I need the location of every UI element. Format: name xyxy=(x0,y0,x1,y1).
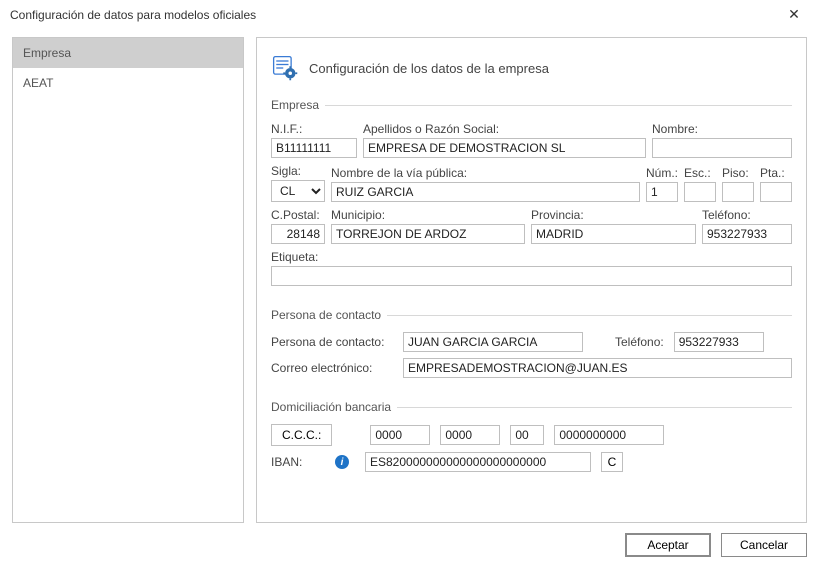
section-contacto: Persona de contacto Persona de contacto:… xyxy=(271,308,792,388)
label-correo: Correo electrónico: xyxy=(271,361,393,375)
dialog-body: Empresa AEAT C xyxy=(0,27,819,523)
input-provincia[interactable] xyxy=(531,224,696,244)
label-via: Nombre de la vía pública: xyxy=(331,166,640,180)
section-legend: Empresa xyxy=(271,98,325,112)
window-title: Configuración de datos para modelos ofic… xyxy=(10,8,779,22)
sidebar-item-label: Empresa xyxy=(23,46,71,60)
dialog-buttons: Aceptar Cancelar xyxy=(0,523,819,557)
input-correo[interactable] xyxy=(403,358,792,378)
input-municipio[interactable] xyxy=(331,224,525,244)
settings-icon xyxy=(271,54,299,82)
info-icon: i xyxy=(335,455,349,469)
label-persona: Persona de contacto: xyxy=(271,335,393,349)
input-persona[interactable] xyxy=(403,332,583,352)
input-etiqueta[interactable] xyxy=(271,266,792,286)
input-piso[interactable] xyxy=(722,182,754,202)
panel-header: Configuración de los datos de la empresa xyxy=(271,50,792,82)
input-nombre[interactable] xyxy=(652,138,792,158)
input-ccc3[interactable] xyxy=(510,425,544,445)
label-nombre: Nombre: xyxy=(652,122,792,136)
label-sigla: Sigla: xyxy=(271,164,325,178)
input-pta[interactable] xyxy=(760,182,792,202)
label-provincia: Provincia: xyxy=(531,208,696,222)
sidebar: Empresa AEAT xyxy=(12,37,244,523)
label-cpostal: C.Postal: xyxy=(271,208,325,222)
label-num: Núm.: xyxy=(646,166,678,180)
input-via[interactable] xyxy=(331,182,640,202)
label-pta: Pta.: xyxy=(760,166,792,180)
section-banco: Domiciliación bancaria C.C.C.: IBAN: i C xyxy=(271,400,792,482)
panel-title: Configuración de los datos de la empresa xyxy=(309,61,549,76)
section-legend: Domiciliación bancaria xyxy=(271,400,397,414)
input-nif[interactable] xyxy=(271,138,357,158)
select-sigla[interactable]: CL xyxy=(271,180,325,202)
label-telefono-contacto: Teléfono: xyxy=(615,335,664,349)
sidebar-item-aeat[interactable]: AEAT xyxy=(13,68,243,98)
input-num[interactable] xyxy=(646,182,678,202)
close-icon[interactable]: ✕ xyxy=(779,6,809,23)
ccc-button[interactable]: C.C.C.: xyxy=(271,424,332,446)
label-municipio: Municipio: xyxy=(331,208,525,222)
input-apellidos[interactable] xyxy=(363,138,646,158)
label-nif: N.I.F.: xyxy=(271,122,357,136)
label-piso: Piso: xyxy=(722,166,754,180)
input-ccc1[interactable] xyxy=(370,425,430,445)
label-apellidos: Apellidos o Razón Social: xyxy=(363,122,646,136)
input-telefono[interactable] xyxy=(702,224,792,244)
label-etiqueta: Etiqueta: xyxy=(271,250,792,264)
main-panel: Configuración de los datos de la empresa… xyxy=(256,37,807,523)
input-ccc2[interactable] xyxy=(440,425,500,445)
section-empresa: Empresa N.I.F.: Apellidos o Razón Social… xyxy=(271,98,792,296)
calc-iban-button[interactable]: C xyxy=(601,452,623,472)
input-ccc4[interactable] xyxy=(554,425,664,445)
label-telefono: Teléfono: xyxy=(702,208,792,222)
titlebar: Configuración de datos para modelos ofic… xyxy=(0,0,819,27)
sidebar-item-empresa[interactable]: Empresa xyxy=(13,38,243,68)
input-cpostal[interactable] xyxy=(271,224,325,244)
label-esc: Esc.: xyxy=(684,166,716,180)
section-legend: Persona de contacto xyxy=(271,308,387,322)
sidebar-item-label: AEAT xyxy=(23,76,53,90)
accept-button[interactable]: Aceptar xyxy=(625,533,711,557)
input-esc[interactable] xyxy=(684,182,716,202)
label-iban: IBAN: xyxy=(271,455,325,469)
input-telefono-contacto[interactable] xyxy=(674,332,764,352)
cancel-button[interactable]: Cancelar xyxy=(721,533,807,557)
input-iban[interactable] xyxy=(365,452,591,472)
